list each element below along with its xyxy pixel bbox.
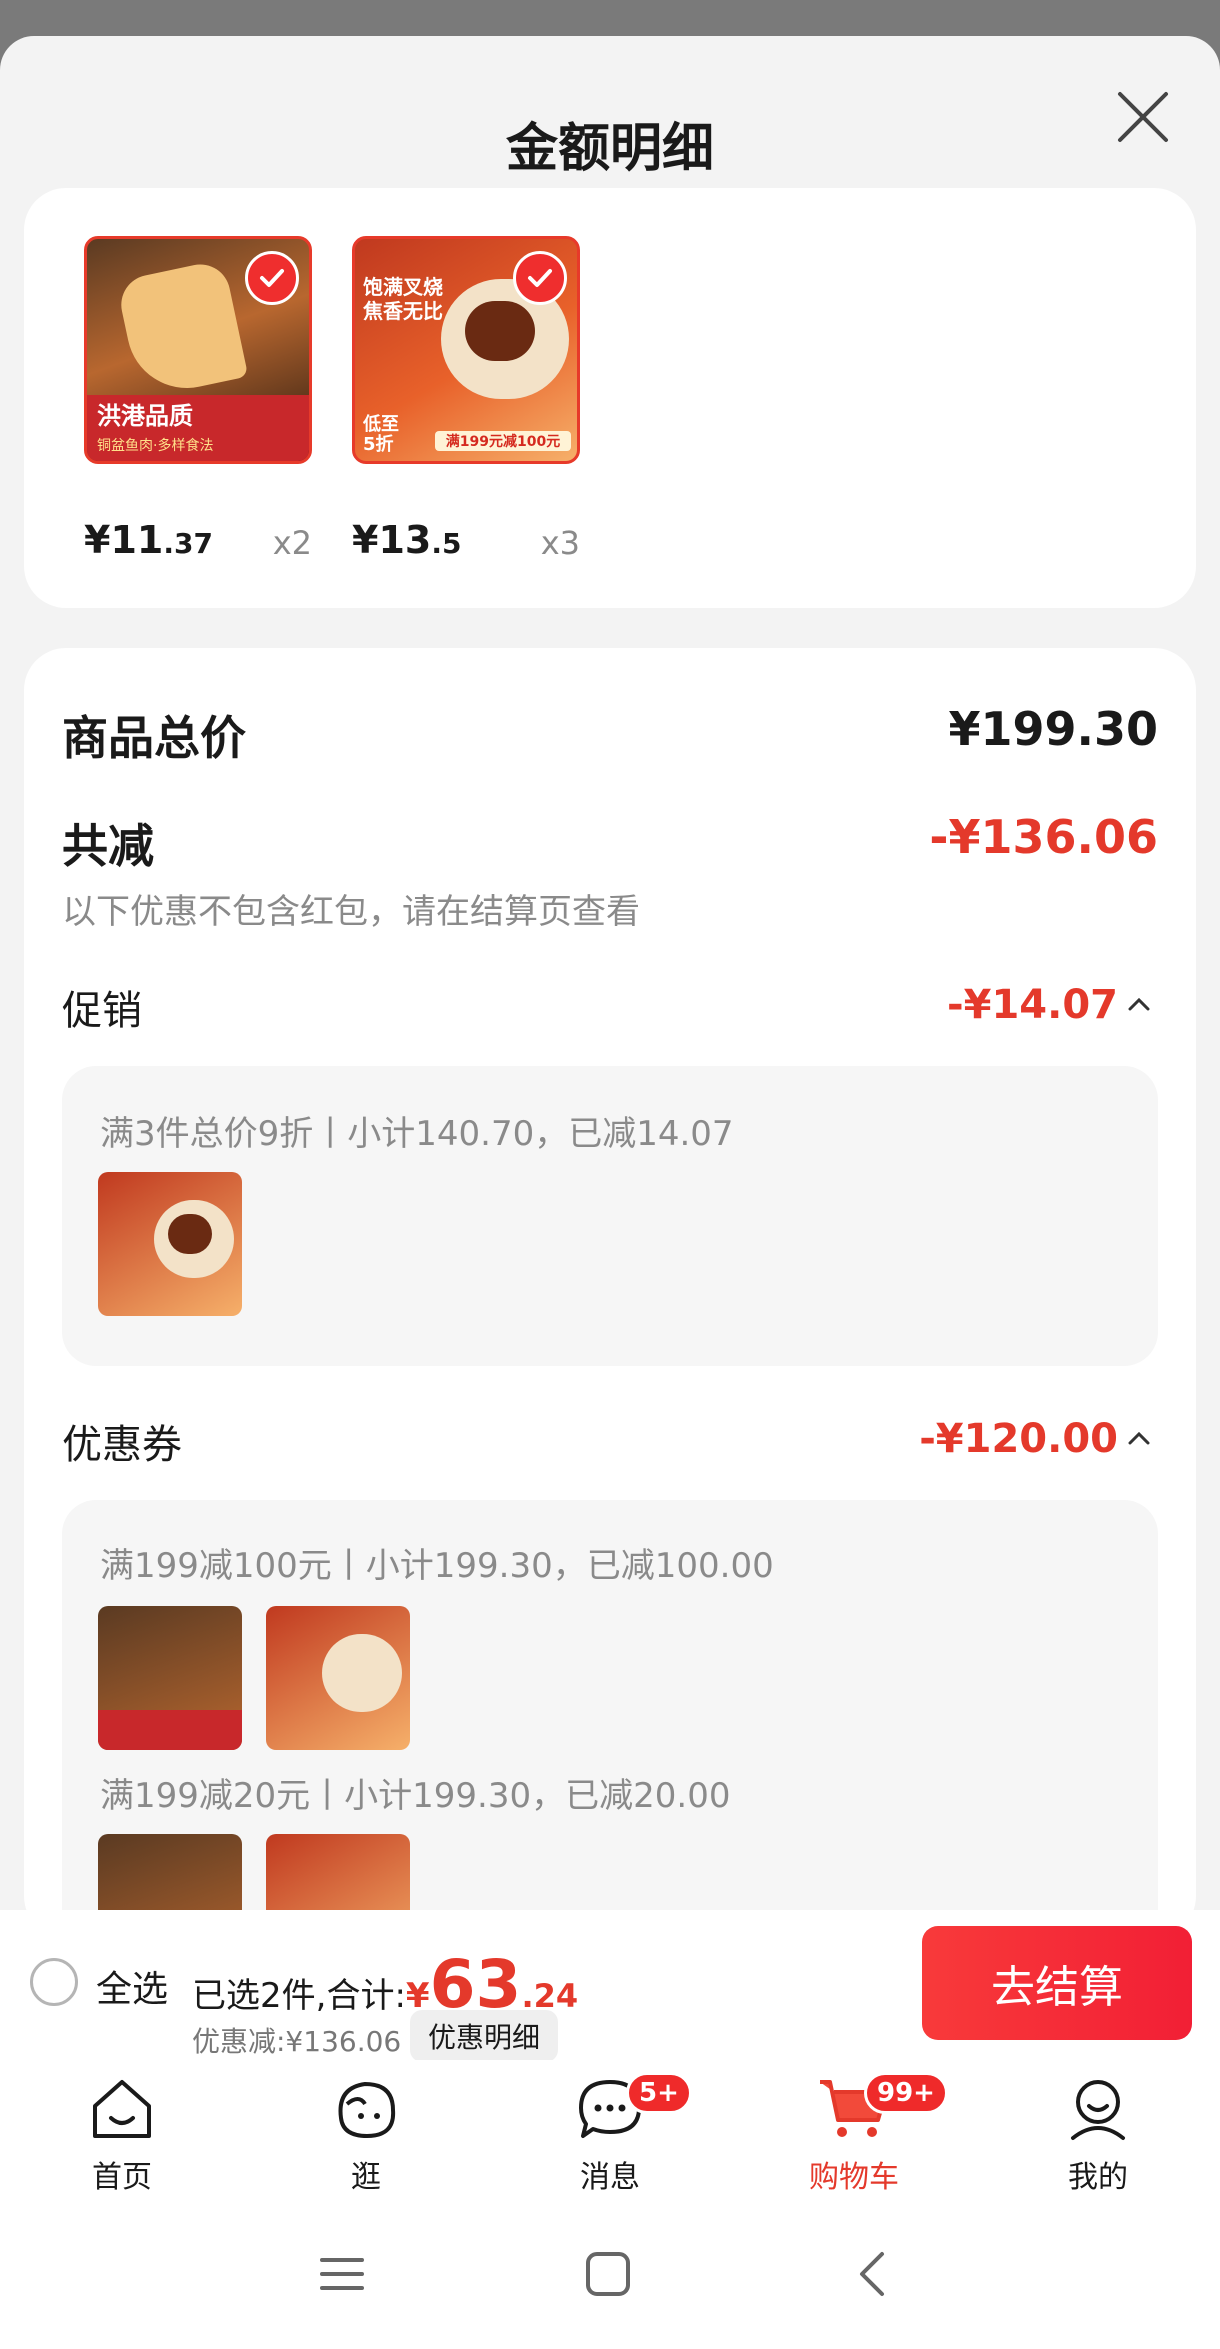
tab-browse[interactable]: 逛 <box>286 2074 446 2196</box>
tab-messages[interactable]: 消息 5+ <box>530 2072 692 2196</box>
checkout-button[interactable]: 去结算 <box>922 1926 1192 2040</box>
square-icon <box>586 2252 630 2296</box>
coupon-label: 优惠券 <box>62 1422 182 1468</box>
back-button[interactable] <box>850 2250 898 2302</box>
menu-icon <box>320 2258 364 2290</box>
selected-goods-card: 洪港品质 铜盆鱼肉·多样食法 ¥11.37 x2 饱满叉烧 焦香无比 低至 5折 <box>24 188 1196 608</box>
product-thumbnail-dumpling[interactable]: 饱满叉烧 焦香无比 低至 5折 满199元减100元 <box>352 236 580 464</box>
promo-value[interactable]: -¥14.07 <box>947 982 1118 1028</box>
discount-note: 以下优惠不包含红包，请在结算页查看 <box>62 892 640 932</box>
saved-amount: 优惠减:¥136.06 <box>192 2025 402 2058</box>
close-icon <box>1118 92 1168 142</box>
goods-price: ¥13.5 <box>352 518 462 562</box>
promo-label: 促销 <box>62 988 142 1034</box>
system-navigation-bar <box>0 2210 1220 2349</box>
browse-icon <box>338 2081 396 2139</box>
total-discount-label: 共减 <box>62 819 154 873</box>
product-thumbnail-fish[interactable]: 洪港品质 铜盆鱼肉·多样食法 <box>84 236 312 464</box>
thumb-title: 洪港品质 <box>97 402 193 430</box>
home-icon <box>93 2080 151 2138</box>
discount-detail-button[interactable]: 优惠明细 <box>410 2010 559 2062</box>
goods-total-value: ¥199.30 <box>948 702 1158 756</box>
coupon-rule: 满199减20元丨小计199.30，已减20.00 <box>100 1776 731 1816</box>
select-all-label[interactable]: 全选 <box>96 1960 168 2012</box>
coupon-product-thumbnail-dumpling[interactable] <box>266 1606 410 1750</box>
promo-detail-box: 满3件总价9折丨小计140.70，已减14.07 <box>62 1066 1158 1366</box>
goods-quantity: x3 <box>540 524 580 562</box>
amount-breakdown-card: 商品总价 ¥199.30 共减 -¥136.06 以下优惠不包含红包，请在结算页… <box>24 648 1196 1938</box>
promo-rule: 满3件总价9折丨小计140.70，已减14.07 <box>100 1114 734 1154</box>
chevron-up-icon[interactable] <box>1126 1426 1152 1452</box>
coupon-product-thumbnail-fish[interactable] <box>98 1606 242 1750</box>
thumb-line: 低至 <box>363 414 399 435</box>
promo-product-thumbnail[interactable] <box>98 1172 242 1316</box>
coupon-rule: 满199减100元丨小计199.30，已减100.00 <box>100 1546 774 1586</box>
selected-check-icon[interactable] <box>513 251 567 305</box>
goods-quantity: x2 <box>272 524 312 562</box>
menu-button[interactable] <box>318 2250 366 2302</box>
tab-home[interactable]: 首页 <box>42 2074 202 2196</box>
tab-label: 我的 <box>1068 2160 1128 2195</box>
tab-cart[interactable]: 购物车 99+ <box>774 2072 948 2196</box>
coupon-detail-box: 满199减100元丨小计199.30，已减100.00 满199减20元丨小计1… <box>62 1500 1158 1938</box>
profile-icon <box>1071 2080 1125 2140</box>
selected-check-icon[interactable] <box>245 251 299 305</box>
tab-label: 逛 <box>351 2160 381 2195</box>
message-badge: 5+ <box>626 2072 692 2114</box>
thumb-line: 焦香无比 <box>363 299 443 323</box>
select-all-radio[interactable] <box>30 1958 78 2006</box>
coupon-value[interactable]: -¥120.00 <box>919 1416 1118 1462</box>
thumb-line: 饱满叉烧 <box>363 275 443 299</box>
chevron-up-icon[interactable] <box>1126 992 1152 1018</box>
goods-total-label: 商品总价 <box>62 711 246 765</box>
thumb-line: 5折 <box>363 434 394 455</box>
checkout-bar: 全选 已选2件,合计:¥63.24 优惠减:¥136.06 优惠明细 去结算 <box>0 1910 1220 2062</box>
thumb-promo: 满199元减100元 <box>435 431 571 451</box>
cart-badge: 99+ <box>864 2072 948 2114</box>
tab-label: 购物车 <box>809 2160 899 2195</box>
goods-item[interactable]: 饱满叉烧 焦香无比 低至 5折 满199元减100元 ¥13.5 x3 <box>352 236 580 562</box>
thumb-subtitle: 铜盆鱼肉·多样食法 <box>97 438 214 454</box>
sheet-title: 金额明细 <box>505 119 714 179</box>
tab-label: 首页 <box>92 2160 152 2195</box>
goods-price: ¥11.37 <box>84 518 213 562</box>
goods-item[interactable]: 洪港品质 铜盆鱼肉·多样食法 ¥11.37 x2 <box>84 236 312 562</box>
tab-profile[interactable]: 我的 <box>1018 2074 1178 2196</box>
back-icon <box>860 2252 884 2296</box>
home-button[interactable] <box>584 2250 632 2302</box>
bottom-tab-bar: 首页 逛 消息 5+ 购物车 99+ 我的 <box>0 2060 1220 2210</box>
total-discount-value: -¥136.06 <box>929 810 1158 864</box>
close-button[interactable] <box>1114 88 1172 146</box>
tab-label: 消息 <box>580 2160 640 2195</box>
